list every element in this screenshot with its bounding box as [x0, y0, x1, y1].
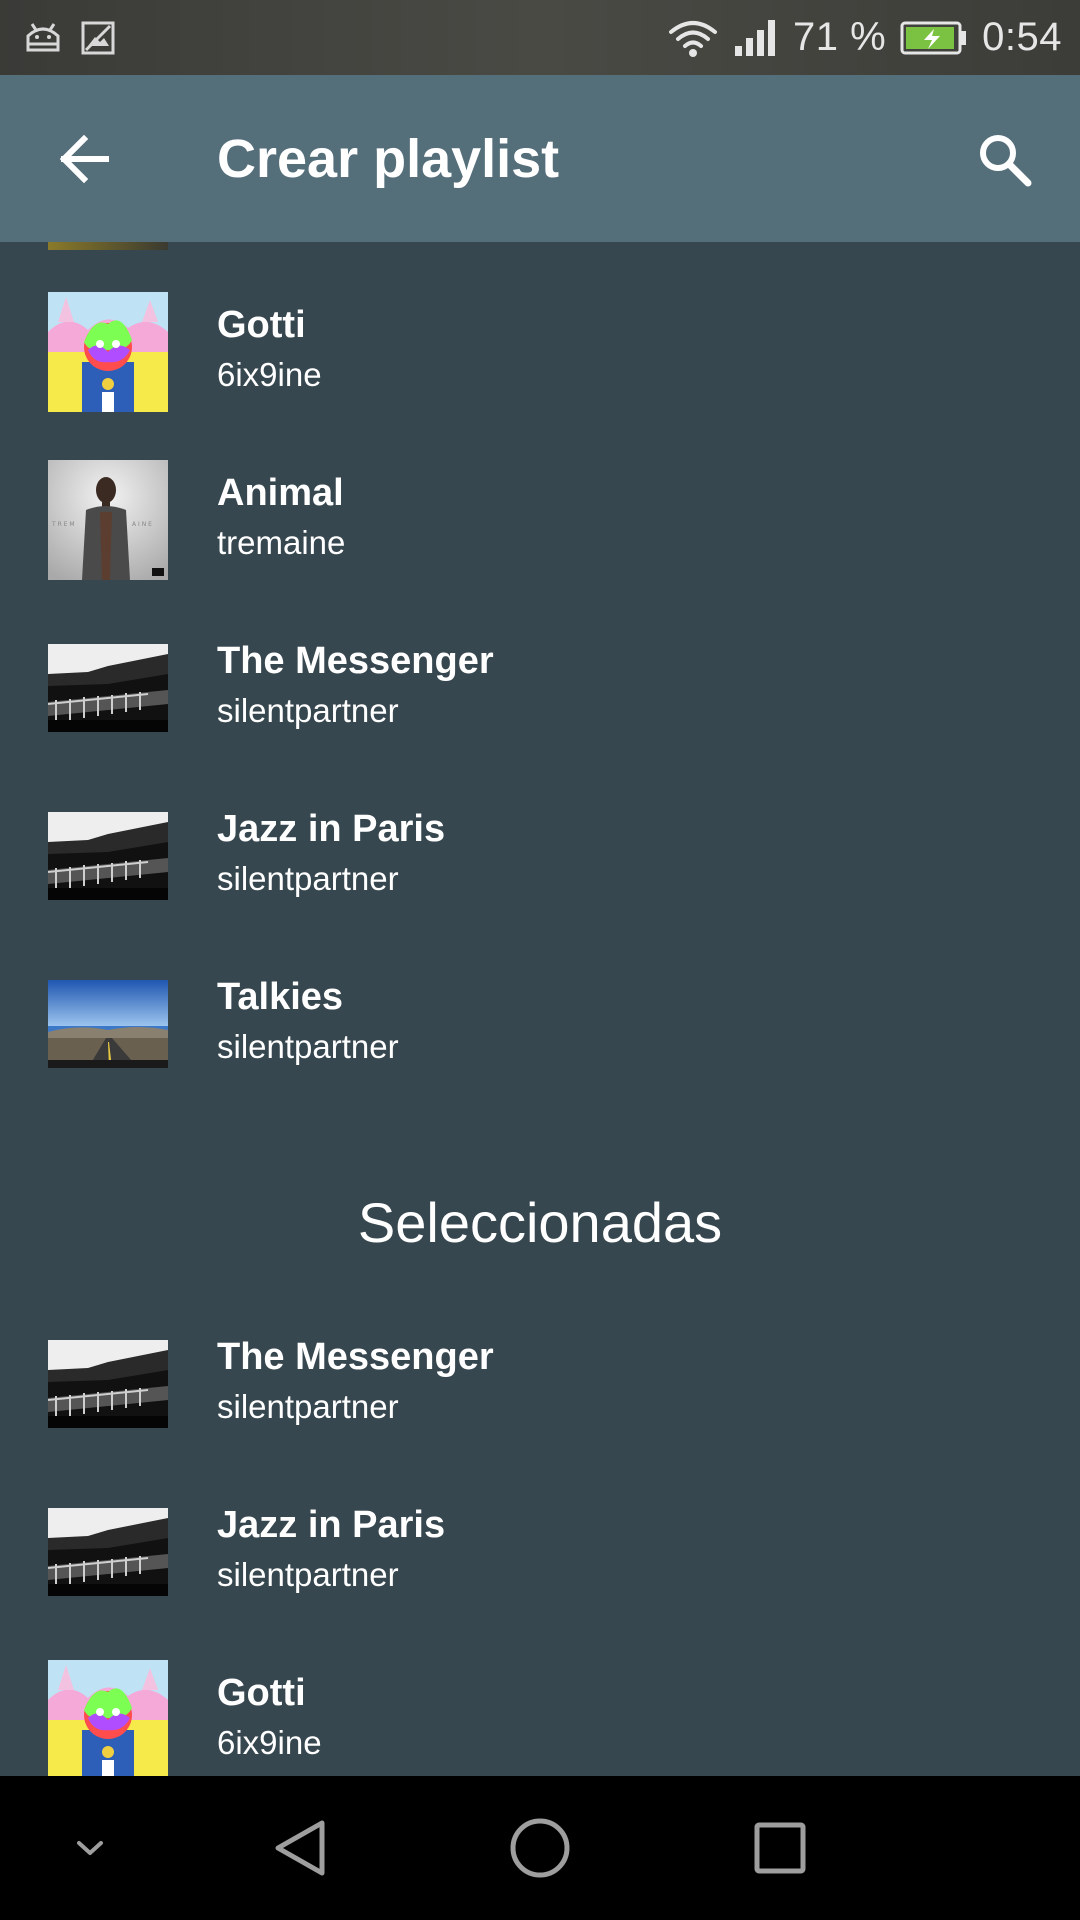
song-artist: silentpartner — [217, 692, 399, 729]
search-button[interactable] — [968, 123, 1040, 195]
nav-home-icon — [510, 1818, 570, 1878]
song-item-the-messenger[interactable]: The Messenger silentpartner — [0, 628, 1080, 768]
album-art — [48, 460, 168, 580]
partial-album-art — [48, 242, 168, 250]
song-artist: silentpartner — [217, 1028, 399, 1065]
back-button[interactable] — [48, 123, 120, 195]
song-title: Jazz in Paris — [217, 1504, 446, 1546]
song-item-jazz-in-paris[interactable]: Jazz in Paris silentpartner — [0, 796, 1080, 936]
selected-item-gotti[interactable]: Gotti 6ix9ine — [0, 1660, 1080, 1776]
selected-item-the-messenger[interactable]: The Messenger silentpartner — [0, 1324, 1080, 1464]
song-title: The Messenger — [217, 640, 494, 682]
song-item-gotti[interactable]: Gotti 6ix9ine — [0, 292, 1080, 432]
album-art — [48, 644, 168, 732]
nav-back-button[interactable] — [250, 1776, 350, 1920]
album-art — [48, 1340, 168, 1428]
song-artist: 6ix9ine — [217, 1724, 322, 1761]
album-art — [48, 1660, 168, 1776]
battery-charging-icon — [900, 21, 967, 54]
song-title: Animal — [217, 472, 344, 514]
song-title: Gotti — [217, 304, 306, 346]
search-icon — [980, 134, 1032, 186]
song-artist: 6ix9ine — [217, 356, 322, 393]
nav-home-button[interactable] — [490, 1776, 590, 1920]
song-title: Talkies — [217, 976, 344, 1018]
navigation-bar — [0, 1776, 1080, 1920]
cell-signal-icon — [734, 19, 775, 56]
arrow-back-icon — [59, 134, 109, 183]
battery-percent: 71 % — [792, 15, 887, 59]
song-title: Gotti — [217, 1672, 306, 1714]
section-heading-selected: Seleccionadas — [357, 1191, 723, 1254]
image-notification-icon — [81, 21, 115, 54]
song-title: The Messenger — [217, 1336, 494, 1378]
nav-recents-icon — [754, 1822, 806, 1874]
album-art — [48, 1508, 168, 1596]
album-art — [48, 812, 168, 900]
toolbar: Crear playlist — [0, 75, 1080, 242]
status-bar: 71 % 0:54 — [0, 0, 1080, 75]
song-artist: tremaine — [217, 524, 346, 561]
page-title: Crear playlist — [217, 128, 560, 189]
album-art — [48, 980, 168, 1068]
wifi-icon — [668, 20, 717, 57]
song-item-talkies[interactable]: Talkies silentpartner — [0, 964, 1080, 1104]
hide-nav-button[interactable] — [50, 1776, 130, 1920]
song-artist: silentpartner — [217, 1556, 399, 1593]
song-item-animal[interactable]: Animal tremaine — [0, 460, 1080, 600]
song-artist: silentpartner — [217, 860, 399, 897]
album-art — [48, 292, 168, 412]
selected-item-jazz-in-paris[interactable]: Jazz in Paris silentpartner — [0, 1492, 1080, 1632]
clock: 0:54 — [982, 15, 1062, 59]
chevron-down-icon — [77, 1841, 103, 1855]
nav-back-icon — [275, 1820, 325, 1876]
song-list: Gotti 6ix9ine Animal tremaine The Messen… — [0, 242, 1080, 1776]
song-title: Jazz in Paris — [217, 808, 446, 850]
android-debug-icon — [26, 22, 60, 51]
song-artist: silentpartner — [217, 1388, 399, 1425]
nav-recents-button[interactable] — [730, 1776, 830, 1920]
